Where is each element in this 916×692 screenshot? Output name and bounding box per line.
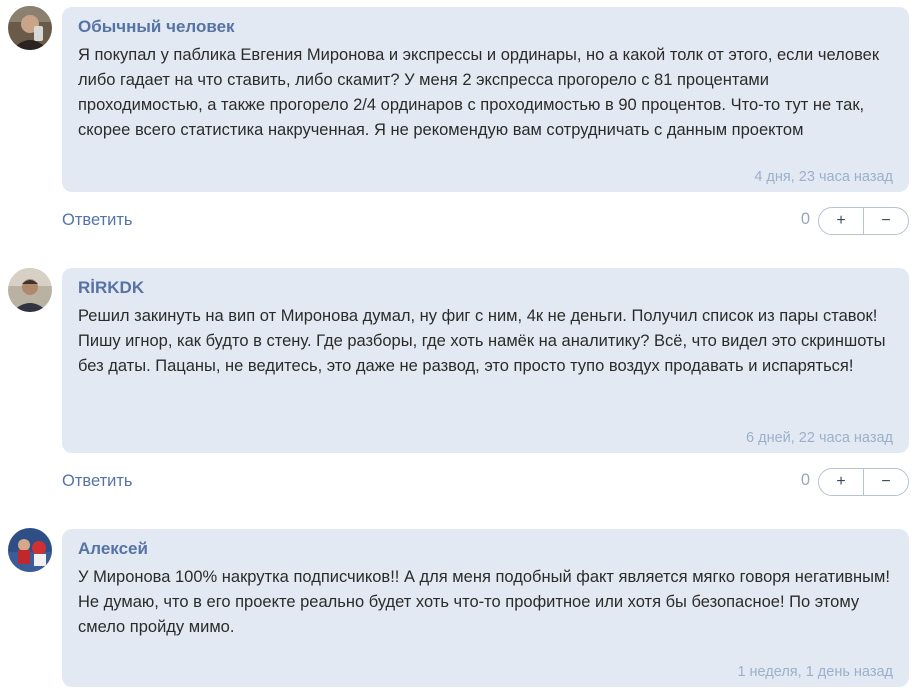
comment-timestamp: 1 неделя, 1 день назад	[737, 664, 893, 680]
comment-bubble: RİRKDK Решил закинуть на вип от Миронова…	[62, 268, 909, 453]
downvote-button[interactable]: −	[864, 469, 908, 495]
comment-actions: Ответить 0 + −	[62, 467, 909, 499]
upvote-button[interactable]: +	[819, 208, 864, 234]
vote-score: 0	[800, 471, 810, 489]
avatar[interactable]	[8, 268, 52, 312]
reply-button[interactable]: Ответить	[62, 211, 133, 230]
comment-timestamp: 4 дня, 23 часа назад	[754, 169, 893, 185]
avatar[interactable]	[8, 6, 52, 50]
comment-bubble: Обычный человек Я покупал у паблика Евге…	[62, 7, 909, 192]
vote-control: + −	[818, 207, 909, 235]
comment-author[interactable]: Алексей	[78, 538, 893, 560]
reply-button[interactable]: Ответить	[62, 472, 133, 491]
upvote-button[interactable]: +	[819, 469, 864, 495]
comment-author[interactable]: RİRKDK	[78, 277, 893, 299]
vote-control: + −	[818, 468, 909, 496]
comment-author[interactable]: Обычный человек	[78, 16, 893, 38]
comment-bubble: Алексей У Миронова 100% накрутка подписч…	[62, 529, 909, 687]
comment-timestamp: 6 дней, 22 часа назад	[746, 430, 893, 446]
vote-score: 0	[800, 210, 810, 228]
comment-actions: Ответить 0 + −	[62, 206, 909, 238]
comment-text: Я покупал у паблика Евгения Миронова и э…	[78, 46, 880, 139]
comment-text: У Миронова 100% накрутка подписчиков!! А…	[78, 568, 890, 636]
downvote-button[interactable]: −	[864, 208, 908, 234]
comment-text: Решил закинуть на вип от Миронова думал,…	[78, 307, 886, 375]
avatar[interactable]	[8, 528, 52, 572]
